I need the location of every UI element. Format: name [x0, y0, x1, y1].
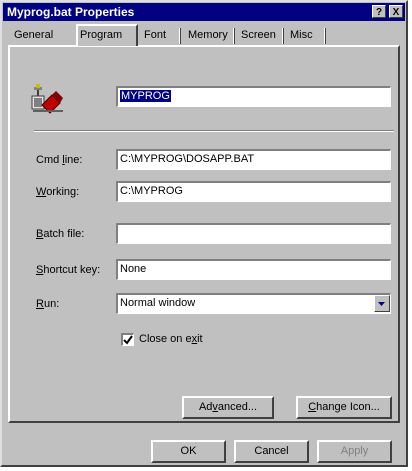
- cmd-line-label: Cmd line:: [36, 154, 83, 166]
- run-select[interactable]: Normal window: [116, 293, 391, 314]
- working-field[interactable]: C:\MYPROG: [116, 181, 391, 202]
- tab-strip: General Program Font Memory Screen Misc: [8, 24, 400, 46]
- ok-button[interactable]: OK: [151, 440, 226, 463]
- tab-font[interactable]: Font: [142, 26, 168, 45]
- shortcut-key-field[interactable]: None: [116, 259, 391, 280]
- window-title: Myprog.bat Properties: [7, 5, 135, 19]
- close-on-exit-label: Close on exit: [139, 333, 203, 345]
- run-select-value: Normal window: [120, 297, 196, 309]
- batch-file-field[interactable]: [116, 223, 391, 244]
- tab-divider: [282, 28, 284, 44]
- tab-memory[interactable]: Memory: [186, 26, 230, 45]
- tab-divider: [324, 28, 326, 44]
- checkmark-icon: [123, 335, 133, 345]
- close-on-exit-checkbox[interactable]: [121, 333, 134, 346]
- program-name-field[interactable]: MYPROG: [116, 86, 391, 107]
- title-bar[interactable]: Myprog.bat Properties ? X: [3, 3, 405, 21]
- change-icon-button[interactable]: Change Icon...: [296, 396, 392, 419]
- tab-divider: [179, 28, 181, 44]
- tab-misc[interactable]: Misc: [288, 26, 315, 45]
- tab-program[interactable]: Program: [76, 24, 138, 46]
- cancel-button[interactable]: Cancel: [234, 440, 309, 463]
- tab-divider: [233, 28, 235, 44]
- dos-program-icon: [30, 83, 66, 115]
- chevron-down-icon: [378, 302, 385, 306]
- dropdown-button[interactable]: [374, 295, 390, 312]
- tab-screen[interactable]: Screen: [239, 26, 278, 45]
- batch-file-label: Batch file:: [36, 228, 85, 240]
- program-name-value: MYPROG: [120, 90, 171, 102]
- tab-general[interactable]: General: [12, 26, 55, 45]
- run-label: Run:: [36, 298, 60, 310]
- working-label: Working:: [36, 186, 80, 198]
- properties-dialog: Myprog.bat Properties ? X General Progra…: [0, 0, 408, 467]
- help-button[interactable]: ?: [372, 5, 386, 18]
- shortcut-key-label: Shortcut key:: [36, 264, 101, 276]
- close-button[interactable]: X: [389, 5, 403, 18]
- section-divider: [34, 130, 394, 132]
- cmd-line-field[interactable]: C:\MYPROG\DOSAPP.BAT: [116, 149, 391, 170]
- advanced-button[interactable]: Advanced...: [182, 396, 274, 419]
- apply-button[interactable]: Apply: [317, 440, 392, 463]
